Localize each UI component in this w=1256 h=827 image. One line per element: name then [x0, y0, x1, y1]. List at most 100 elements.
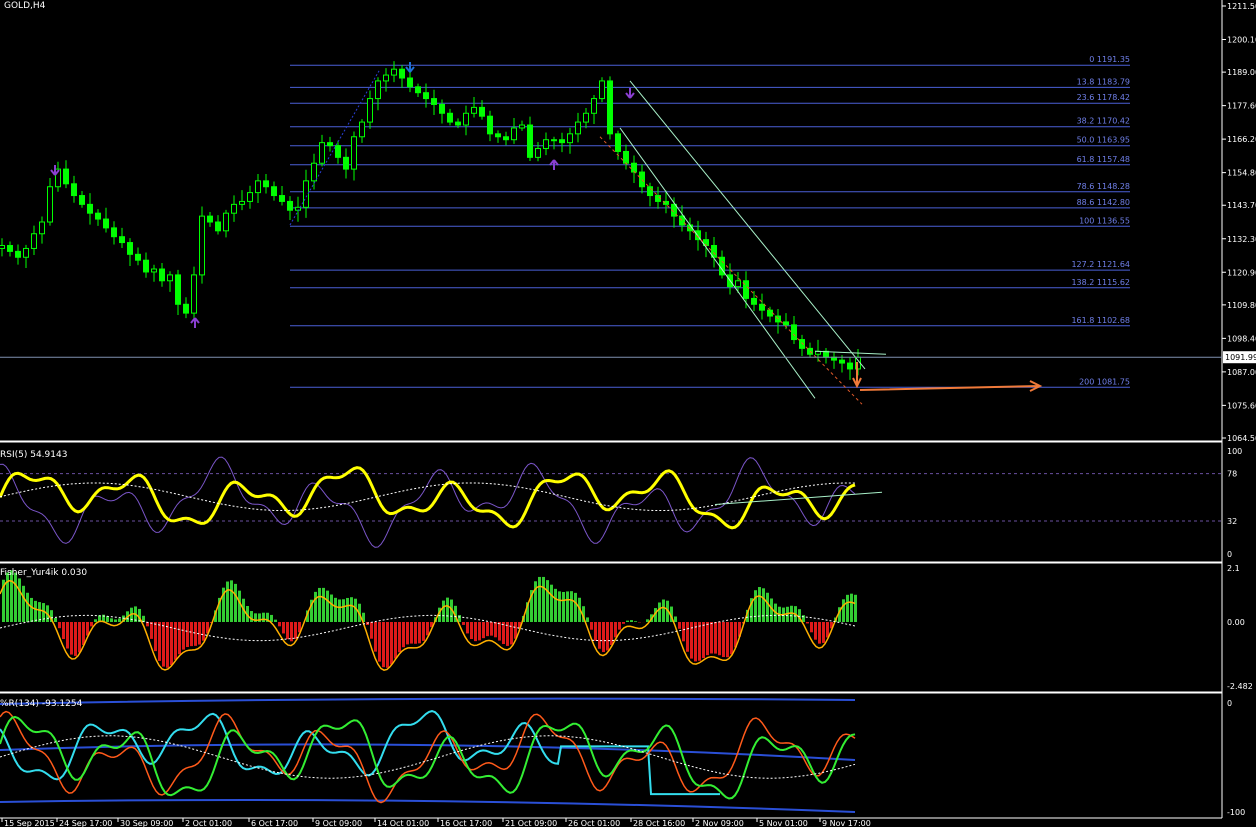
fisher-bar [386, 622, 389, 668]
candle-body [447, 112, 453, 123]
fisher-bar [390, 622, 393, 665]
candle-body [559, 139, 565, 144]
fisher-bar [54, 618, 57, 622]
candle-body [391, 68, 397, 76]
candle-body [95, 212, 101, 220]
fisher-bar [726, 622, 729, 658]
fisher-bar [570, 591, 573, 622]
arrow-shape [190, 317, 200, 328]
fib-level-label: 88.6 1142.80 [1077, 198, 1130, 207]
fisher-bar [6, 572, 9, 622]
candle-body [495, 133, 501, 138]
fisher-bar [118, 618, 121, 622]
candle-body [279, 195, 285, 202]
candle-body [399, 68, 405, 79]
candle-body [183, 303, 189, 314]
candle-body [215, 221, 221, 232]
candle-body [7, 245, 13, 252]
fisher-bar [466, 622, 469, 634]
time-tick-label: 2 Oct 01:00 [185, 819, 232, 827]
candle-body [527, 124, 533, 158]
fisher-bar [326, 590, 329, 622]
fisher-bar [162, 622, 165, 667]
fisher-bar [426, 622, 429, 636]
fisher-bar [758, 587, 761, 622]
arrow-shape [405, 62, 415, 73]
candle-body [263, 180, 269, 188]
candle-body [327, 142, 333, 147]
candle-body [791, 324, 797, 341]
time-tick-label: 28 Oct 16:00 [633, 819, 685, 827]
price-tick-label: 1200.10 [1227, 36, 1256, 45]
candle-body [543, 139, 549, 150]
fisher-bar [678, 622, 681, 629]
fisher-bar [626, 620, 629, 622]
fisher-bar [170, 622, 173, 665]
candle-body [0, 245, 5, 249]
price-tick-label: 1087.00 [1227, 368, 1256, 377]
fisher-bar [410, 622, 413, 644]
fisher-bar [510, 622, 513, 645]
fisher-bar [314, 591, 317, 622]
candle-body [159, 268, 165, 282]
fisher-bar [406, 622, 409, 645]
candle-body [143, 259, 149, 273]
fisher-bar [274, 619, 277, 622]
price-tick-label: 1211.50 [1227, 2, 1256, 11]
fisher-bar [702, 622, 705, 659]
fisher-bar [350, 597, 353, 622]
fisher-bar [226, 581, 229, 622]
fisher-bar [286, 622, 289, 640]
fisher-bar [374, 622, 377, 652]
fisher-bar [22, 585, 25, 622]
fisher-bar [674, 616, 677, 622]
candle-body [127, 242, 133, 255]
fisher-bar [190, 622, 193, 647]
fisher-bar [586, 617, 589, 622]
fisher-bar [598, 622, 601, 649]
fisher-bar [658, 602, 661, 622]
fisher-bar [34, 600, 37, 622]
candle-body [319, 142, 325, 164]
time-tick-label: 9 Oct 09:00 [315, 819, 362, 827]
wpr-band-top [0, 697, 856, 705]
fisher-bar [686, 622, 689, 652]
rsi-tick-label: 32 [1227, 517, 1237, 526]
time-tick-label: 15 Sep 2015 [4, 819, 55, 827]
fisher-bar [494, 622, 497, 638]
up-arrow [190, 317, 200, 328]
candle-body [39, 221, 45, 235]
candle-body [503, 136, 509, 141]
fisher-bar [630, 620, 633, 622]
symbol-label: GOLD,H4 [4, 1, 46, 11]
candle-body [455, 121, 461, 126]
fib-level-label: 61.8 1157.48 [1077, 155, 1130, 164]
fisher-bar [330, 594, 333, 622]
chart-canvas[interactable]: GOLD,H4 0 1191.35 13.8 1183.79 23.6 1178.4… [0, 0, 1256, 827]
down-arrow [625, 88, 635, 99]
fisher-bar [278, 622, 281, 627]
fisher-bar [618, 622, 621, 630]
fisher-bar [490, 622, 493, 636]
fisher-bar [106, 616, 109, 622]
candle-body [511, 127, 517, 141]
fisher-bar [370, 622, 373, 639]
rsi-signal-line [0, 456, 856, 548]
fisher-bar [78, 622, 81, 653]
fib-anchor-line [289, 68, 381, 226]
fisher-bar [842, 599, 845, 622]
candle-body [471, 106, 477, 114]
fisher-bar [58, 622, 61, 629]
candle-body [135, 253, 141, 261]
fisher-bar [38, 602, 41, 622]
fisher-bar [554, 588, 557, 622]
fisher-bar [230, 580, 233, 622]
fisher-bar [282, 622, 285, 634]
fisher-bar [622, 622, 625, 624]
arrow-shape [625, 88, 635, 99]
wpr-label: %R(134) -93.1254 [0, 699, 83, 709]
candle-body [655, 195, 661, 202]
candle-body [239, 200, 245, 205]
down-arrow [405, 62, 415, 73]
candle-body [591, 98, 597, 114]
